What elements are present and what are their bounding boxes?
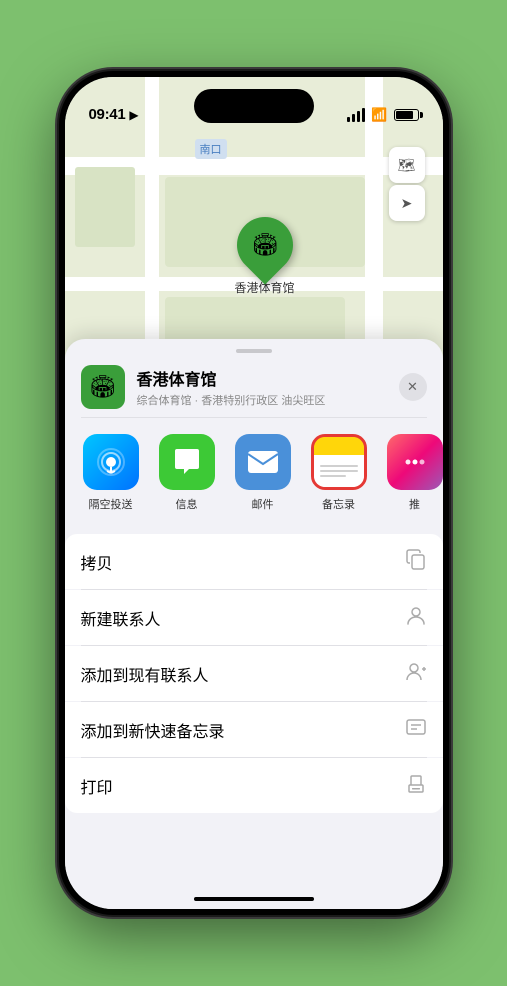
venue-name: 香港体育馆 [137, 366, 387, 390]
action-new-contact[interactable]: 新建联系人 [65, 590, 443, 645]
map-block3 [75, 167, 135, 247]
share-item-messages[interactable]: 信息 [153, 434, 221, 512]
map-location-button[interactable]: ➤ [389, 185, 425, 221]
quick-notes-label: 添加到新快速备忘录 [81, 718, 225, 742]
airdrop-icon [83, 434, 139, 490]
copy-label: 拷贝 [81, 550, 113, 574]
signal-bars [347, 108, 365, 122]
map-entrance-label: 南口 [195, 139, 227, 159]
venue-icon: 🏟 [81, 365, 125, 409]
share-item-notes[interactable]: 备忘录 [305, 434, 373, 512]
dynamic-island [194, 89, 314, 123]
close-button[interactable]: ✕ [399, 373, 427, 401]
action-print[interactable]: 打印 [65, 758, 443, 813]
location-pin: 🏟 香港体育馆 [235, 217, 295, 296]
sheet-header: 🏟 香港体育馆 综合体育馆 · 香港特别行政区 油尖旺区 ✕ [65, 353, 443, 417]
bottom-sheet: 🏟 香港体育馆 综合体育馆 · 香港特别行政区 油尖旺区 ✕ [65, 339, 443, 909]
map-layers-button[interactable]: 🗺 [389, 147, 425, 183]
mail-icon [235, 434, 291, 490]
pin-inner: 🏟 [251, 232, 279, 258]
home-indicator [194, 897, 314, 901]
share-item-airdrop[interactable]: 隔空投送 [77, 434, 145, 512]
venue-info: 香港体育馆 综合体育馆 · 香港特别行政区 油尖旺区 [137, 366, 387, 408]
status-icons: 📶 [347, 107, 418, 123]
messages-label: 信息 [176, 496, 198, 512]
quick-notes-icon [405, 716, 427, 743]
pin-circle: 🏟 [225, 205, 304, 284]
action-copy[interactable]: 拷贝 [65, 534, 443, 589]
copy-icon [405, 548, 427, 575]
action-add-contact[interactable]: 添加到现有联系人 [65, 646, 443, 701]
action-quick-notes[interactable]: 添加到新快速备忘录 [65, 702, 443, 757]
add-contact-icon [405, 660, 427, 687]
share-row: 隔空投送 信息 [65, 418, 443, 524]
phone-screen: 09:41 ▶ 📶 [65, 77, 443, 909]
print-icon [405, 772, 427, 799]
print-label: 打印 [81, 774, 113, 798]
phone-frame: 09:41 ▶ 📶 [59, 71, 449, 915]
actions-group: 拷贝 新建联系人 [65, 534, 443, 813]
add-contact-label: 添加到现有联系人 [81, 662, 209, 686]
map-controls: 🗺 ➤ [389, 147, 425, 221]
new-contact-label: 新建联系人 [81, 606, 161, 630]
status-time: 09:41 [89, 106, 126, 123]
location-icon: ▶ [129, 108, 138, 122]
airdrop-label: 隔空投送 [89, 496, 133, 512]
share-item-more[interactable]: 推 [381, 434, 443, 512]
messages-icon [159, 434, 215, 490]
share-item-mail[interactable]: 邮件 [229, 434, 297, 512]
more-icon [387, 434, 443, 490]
more-label: 推 [409, 496, 420, 512]
notes-icon [311, 434, 367, 490]
notes-label: 备忘录 [322, 496, 355, 512]
mail-label: 邮件 [252, 496, 274, 512]
battery-icon [394, 109, 419, 121]
new-contact-icon [405, 604, 427, 631]
wifi-icon: 📶 [371, 107, 387, 123]
venue-desc: 综合体育馆 · 香港特别行政区 油尖旺区 [137, 392, 387, 408]
